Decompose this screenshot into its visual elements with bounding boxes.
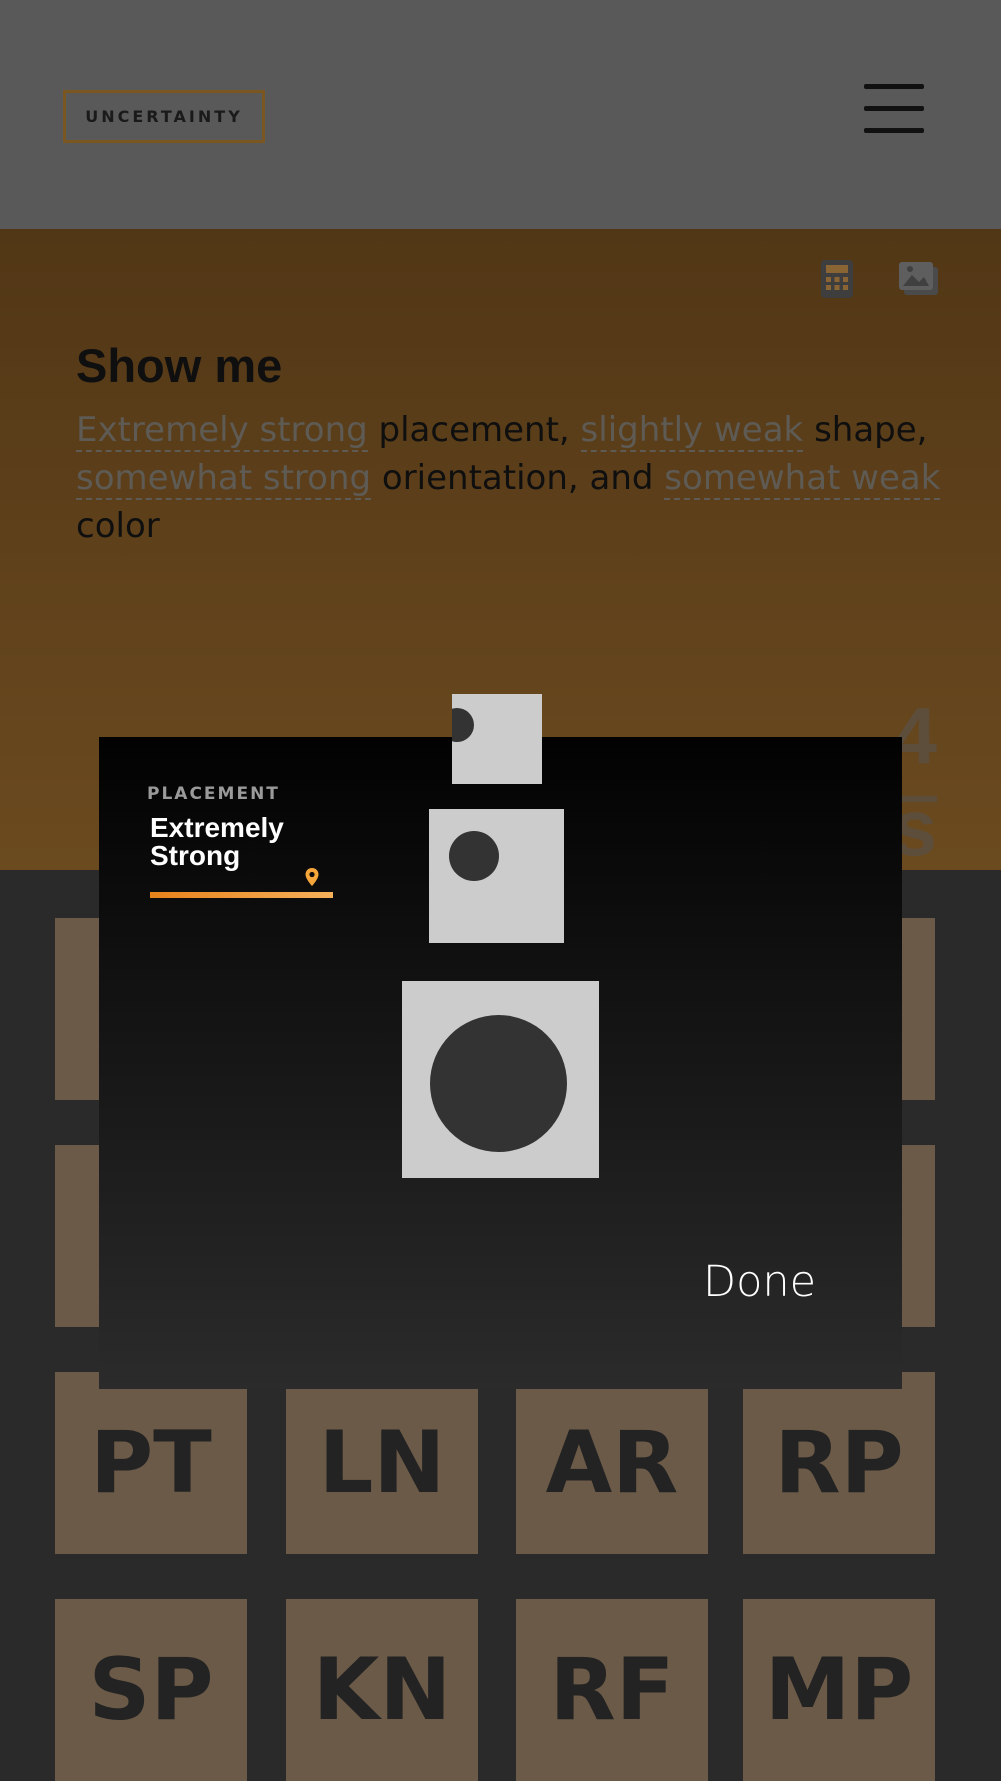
color-level-link[interactable]: somewhat weak — [664, 458, 941, 500]
slider-pin-icon[interactable] — [304, 867, 320, 887]
preview-medium — [429, 809, 564, 943]
preview-dot — [452, 708, 474, 742]
images-icon[interactable] — [898, 261, 940, 297]
preview-dot — [449, 831, 499, 881]
tile-rp[interactable]: RP — [743, 1372, 935, 1554]
dialog-label: PLACEMENT — [147, 784, 280, 804]
orientation-word: orientation, and — [381, 458, 654, 498]
placement-slider-track[interactable] — [150, 892, 333, 898]
tile-ar[interactable]: AR — [516, 1372, 708, 1554]
orientation-level-link[interactable]: somewhat strong — [76, 458, 372, 500]
shape-level-link[interactable]: slightly weak — [580, 410, 804, 452]
app-header: UNCERTAINTY — [0, 0, 1001, 229]
preview-dot — [430, 1015, 567, 1152]
tile-sp[interactable]: SP — [55, 1599, 247, 1781]
tile-rf[interactable]: RF — [516, 1599, 708, 1781]
hamburger-menu-icon[interactable] — [864, 84, 924, 134]
dialog-value: Extremely Strong — [150, 812, 284, 871]
query-title: Show me — [76, 339, 283, 392]
preview-small — [452, 694, 542, 784]
tile-ln[interactable]: LN — [286, 1372, 478, 1554]
preview-large — [402, 981, 599, 1178]
query-sentence: Extremely strong placement, slightly wea… — [76, 406, 956, 550]
color-word: color — [76, 506, 160, 546]
shape-word: shape, — [814, 410, 928, 450]
tile-pt[interactable]: PT — [55, 1372, 247, 1554]
logo[interactable]: UNCERTAINTY — [63, 90, 265, 143]
tile-kn[interactable]: KN — [286, 1599, 478, 1781]
tile-mp[interactable]: MP — [743, 1599, 935, 1781]
done-button[interactable]: Done — [703, 1257, 816, 1307]
calculator-icon[interactable] — [820, 259, 854, 299]
placement-level-link[interactable]: Extremely strong — [76, 410, 368, 452]
placement-word: placement, — [378, 410, 570, 450]
